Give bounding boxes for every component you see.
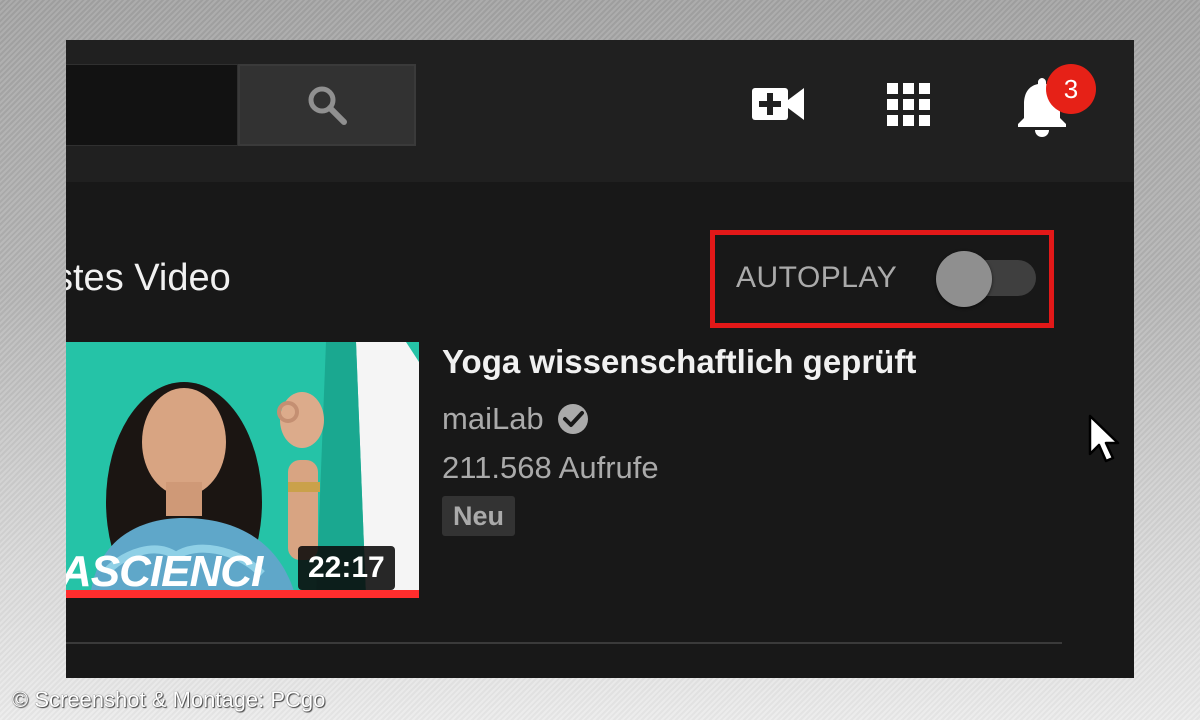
up-next-heading: stes Video: [66, 257, 231, 299]
watch-progress-bar: [66, 590, 419, 598]
notification-count-badge: 3: [1046, 64, 1096, 114]
channel-row: maiLab: [442, 396, 590, 442]
create-video-button[interactable]: [750, 82, 806, 126]
thumbnail-text: ASCIENCI: [66, 547, 263, 596]
autoplay-toggle-knob[interactable]: [936, 251, 992, 307]
video-title[interactable]: Yoga wissenschaftlich geprüft: [442, 340, 916, 384]
verified-check-icon: [557, 404, 588, 434]
copyright-caption: © Screenshot & Montage: PCgo: [12, 687, 326, 712]
new-badge: Neu: [442, 496, 516, 536]
search-input[interactable]: [66, 64, 238, 146]
channel-name[interactable]: maiLab: [442, 401, 544, 437]
video-camera-plus-icon: [752, 88, 804, 120]
masthead: 3: [66, 40, 1134, 182]
autoplay-label: AUTOPLAY: [736, 261, 898, 294]
search-button[interactable]: [238, 64, 416, 146]
view-count: 211.568 Aufrufe: [442, 450, 659, 485]
divider: [66, 642, 1062, 644]
video-duration: 22:17: [298, 546, 395, 590]
apps-grid-icon: [887, 83, 930, 126]
search-icon: [308, 86, 347, 125]
mouse-cursor-icon: [1088, 414, 1120, 463]
apps-button[interactable]: [884, 80, 934, 130]
youtube-window: 3 stes Video AUTOPLAY ASCIENCI 22:17 Yog…: [66, 40, 1134, 678]
